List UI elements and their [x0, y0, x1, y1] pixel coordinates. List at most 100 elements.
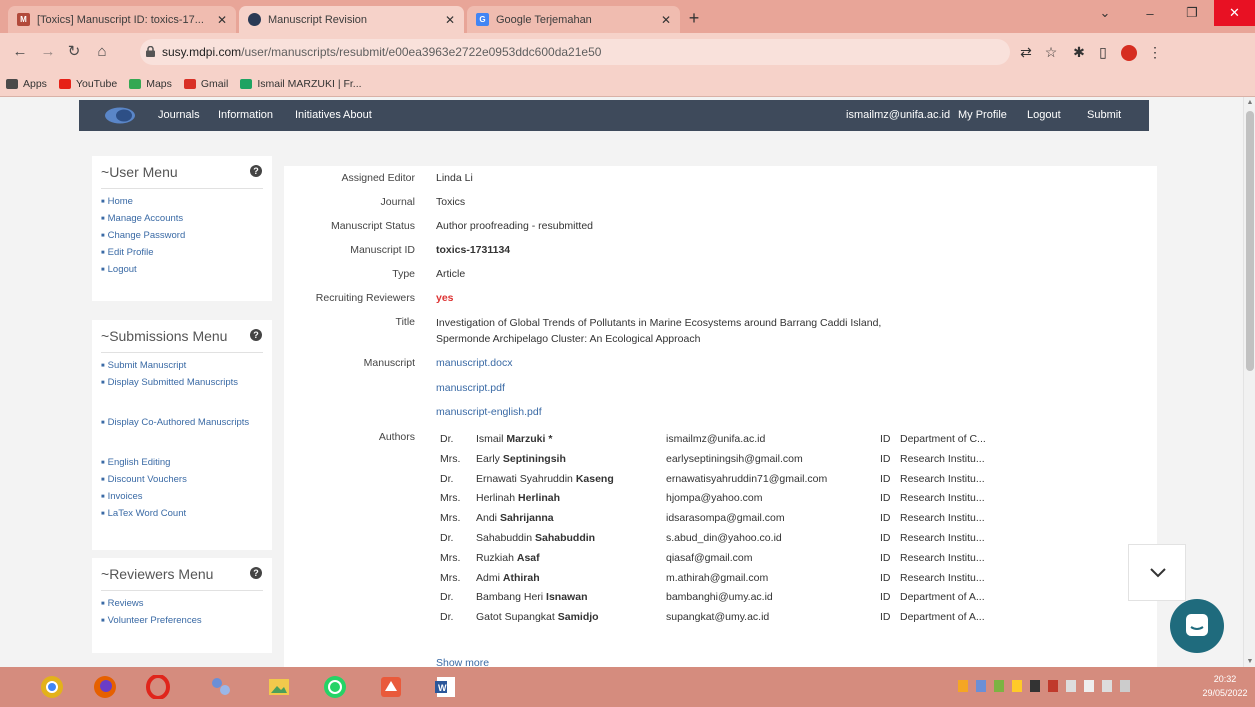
menu-item-discount-vouchers[interactable]: Discount Vouchers: [101, 473, 261, 488]
mdpi-logo-icon[interactable]: [103, 106, 137, 125]
author-email[interactable]: ismailmz@unifa.ac.id: [666, 433, 765, 445]
reviewers-menu-title[interactable]: ~Reviewers Menu: [101, 566, 213, 582]
notification-icon[interactable]: [1120, 680, 1130, 692]
bookmark-maps[interactable]: Maps: [129, 78, 172, 90]
file-link-pdf[interactable]: manuscript.pdf: [436, 382, 505, 394]
word-icon[interactable]: W: [430, 672, 460, 702]
close-tab-icon[interactable]: ✕: [445, 13, 455, 27]
divider: [101, 352, 263, 353]
nav-link-about[interactable]: About: [343, 109, 372, 121]
extensions-icon[interactable]: ✱: [1068, 41, 1090, 63]
url-field[interactable]: susy.mdpi.com/user/manuscripts/resubmit/…: [140, 39, 1010, 65]
menu-item-logout[interactable]: Logout: [101, 263, 261, 278]
chrome-icon[interactable]: [37, 672, 67, 702]
reading-list-icon[interactable]: ▯: [1092, 41, 1114, 63]
author-email[interactable]: hjompa@yahoo.com: [666, 492, 762, 504]
author-email[interactable]: bambanghi@umy.ac.id: [666, 591, 773, 603]
photos-icon[interactable]: [264, 672, 294, 702]
tray-warning-icon[interactable]: [958, 680, 968, 692]
scrollbar-thumb[interactable]: [1246, 111, 1254, 371]
help-icon[interactable]: ?: [250, 329, 262, 341]
bookmark-star-icon[interactable]: ☆: [1040, 41, 1062, 63]
author-email[interactable]: earlyseptiningsih@gmail.com: [666, 453, 803, 465]
menu-item-manage-accounts[interactable]: Manage Accounts: [101, 212, 261, 227]
firefox-icon[interactable]: [90, 672, 120, 702]
browser-menu-icon[interactable]: ⋮: [1144, 41, 1166, 63]
file-link-docx[interactable]: manuscript.docx: [436, 357, 512, 369]
file-link-english-pdf[interactable]: manuscript-english.pdf: [436, 406, 542, 418]
browser-tab-google-translate[interactable]: G Google Terjemahan ✕: [467, 6, 680, 33]
tray-app-icon[interactable]: [1012, 680, 1022, 692]
menu-item-volunteer-preferences[interactable]: Volunteer Preferences: [101, 614, 261, 629]
nav-link-information[interactable]: Information: [218, 109, 273, 121]
sketch-app-icon[interactable]: [376, 672, 406, 702]
clock-time: 20:32: [1213, 674, 1237, 684]
menu-item-submit-manuscript[interactable]: Submit Manuscript: [101, 359, 261, 374]
bookmark-gmail[interactable]: Gmail: [183, 78, 228, 90]
network-app-icon[interactable]: [206, 672, 236, 702]
author-given-name: Ismail: [476, 433, 504, 445]
recruiting-reviewers-value: yes: [436, 292, 454, 304]
show-more-link[interactable]: Show more: [436, 657, 489, 667]
tray-app-icon[interactable]: [976, 680, 986, 692]
bookmark-youtube[interactable]: YouTube: [58, 78, 117, 90]
profile-avatar-icon[interactable]: [1118, 41, 1140, 63]
back-icon[interactable]: ←: [10, 42, 30, 62]
author-email[interactable]: m.athirah@gmail.com: [666, 572, 768, 584]
scroll-up-arrow-icon[interactable]: ▲: [1246, 99, 1254, 106]
reload-icon[interactable]: ↻: [64, 42, 84, 62]
forward-icon[interactable]: →: [38, 42, 58, 62]
whatsapp-icon[interactable]: [320, 672, 350, 702]
new-tab-button[interactable]: +: [683, 8, 705, 30]
menu-item-display-coauthored[interactable]: Display Co-Authored Manuscripts: [101, 416, 261, 431]
page-scrollbar[interactable]: ▲ ▼: [1243, 97, 1255, 667]
submissions-menu-title[interactable]: ~Submissions Menu: [101, 328, 227, 344]
nav-link-logout[interactable]: Logout: [1027, 109, 1061, 121]
nav-link-journals[interactable]: Journals: [158, 109, 200, 121]
home-icon[interactable]: ⌂: [92, 42, 112, 62]
author-email[interactable]: s.abud_din@yahoo.co.id: [666, 532, 782, 544]
taskbar-clock[interactable]: 20:32 29/05/2022: [1199, 672, 1251, 700]
menu-item-latex-word-count[interactable]: LaTex Word Count: [101, 507, 261, 522]
chat-launcher-button[interactable]: [1170, 599, 1224, 653]
nav-link-my-profile[interactable]: My Profile: [958, 109, 1007, 121]
opera-icon[interactable]: [143, 672, 173, 702]
author-email[interactable]: idsarasompa@gmail.com: [666, 512, 785, 524]
close-tab-icon[interactable]: ✕: [661, 13, 671, 27]
tray-app-icon[interactable]: [994, 680, 1004, 692]
menu-item-invoices[interactable]: Invoices: [101, 490, 261, 505]
user-menu-title[interactable]: ~User Menu: [101, 164, 178, 180]
maximize-button[interactable]: ❐: [1172, 0, 1212, 26]
browser-tab-manuscript-revision[interactable]: Manuscript Revision ✕: [239, 6, 464, 33]
volume-icon[interactable]: [1066, 680, 1076, 692]
tab-search-icon[interactable]: ⌄: [1088, 0, 1122, 26]
menu-item-reviews[interactable]: Reviews: [101, 597, 261, 612]
help-icon[interactable]: ?: [250, 567, 262, 579]
keyboard-icon[interactable]: [1084, 680, 1094, 692]
nav-link-initiatives[interactable]: Initiatives: [295, 109, 341, 121]
bookmark-ismail-marzuki[interactable]: Ismail MARZUKI | Fr...: [240, 78, 362, 90]
author-email[interactable]: supangkat@umy.ac.id: [666, 611, 769, 623]
help-icon[interactable]: ?: [250, 165, 262, 177]
menu-item-display-submitted[interactable]: Display Submitted Manuscripts: [101, 376, 261, 391]
browser-tab-toxics[interactable]: M [Toxics] Manuscript ID: toxics-17... ✕: [8, 6, 236, 33]
translate-page-icon[interactable]: ⇄: [1015, 41, 1037, 63]
author-affiliation: Research Institu...: [900, 492, 985, 505]
minimize-button[interactable]: –: [1130, 0, 1170, 26]
tray-app-icon[interactable]: [1048, 680, 1058, 692]
nav-link-submit[interactable]: Submit: [1087, 109, 1121, 121]
menu-item-change-password[interactable]: Change Password: [101, 229, 261, 244]
tray-app-icon[interactable]: [1030, 680, 1040, 692]
scroll-down-button[interactable]: [1128, 544, 1186, 601]
close-window-button[interactable]: ✕: [1214, 0, 1255, 26]
close-tab-icon[interactable]: ✕: [217, 13, 227, 27]
scroll-down-arrow-icon[interactable]: ▼: [1246, 658, 1254, 665]
author-email[interactable]: qiasaf@gmail.com: [666, 552, 753, 564]
author-email[interactable]: ernawatisyahruddin71@gmail.com: [666, 473, 827, 485]
network-icon[interactable]: [1102, 680, 1112, 692]
bookmark-apps[interactable]: Apps: [6, 78, 47, 90]
menu-item-home[interactable]: Home: [101, 195, 261, 210]
menu-item-english-editing[interactable]: English Editing: [101, 456, 261, 471]
nav-user-email[interactable]: ismailmz@unifa.ac.id: [846, 109, 950, 121]
menu-item-edit-profile[interactable]: Edit Profile: [101, 246, 261, 261]
